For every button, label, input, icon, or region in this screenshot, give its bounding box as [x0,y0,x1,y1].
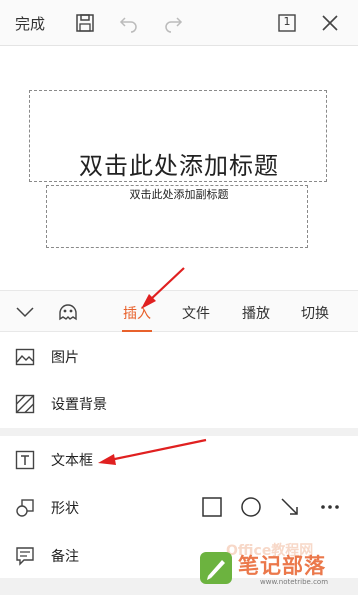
more-icon[interactable] [317,494,343,520]
watermark: Office教程网 笔记部落 www.notetribe.com [194,540,356,594]
active-tab-indicator [122,330,152,332]
background-icon [14,393,36,415]
watermark-url: www.notetribe.com [260,578,329,586]
menu-item-label: 设置背景 [51,397,107,413]
close-icon[interactable] [318,11,342,35]
pen-logo-icon [198,550,234,586]
done-button[interactable]: 完成 [15,13,45,34]
tab-insert[interactable]: 插入 [123,303,151,323]
arrow-line-icon[interactable] [277,494,303,520]
collapse-chevron-icon[interactable] [14,303,36,321]
ribbon-tab-bar: 插入 文件 播放 切换 [0,290,358,332]
title-placeholder-text: 双击此处添加标题 [79,152,279,180]
subtitle-placeholder-text: 双击此处添加副标题 [129,188,229,201]
emoji-face-icon[interactable] [56,300,80,324]
slide-canvas: 双击此处添加标题 双击此处添加副标题 [0,46,358,290]
tab-file[interactable]: 文件 [182,303,210,323]
image-icon [14,346,36,368]
menu-item-image[interactable]: 图片 [0,333,358,379]
redo-icon[interactable] [161,11,185,35]
section-divider [0,428,358,436]
menu-item-label: 备注 [51,549,79,565]
save-icon[interactable] [73,11,97,35]
watermark-title: 笔记部落 [238,554,326,578]
shapes-icon [14,497,36,519]
notes-icon [14,545,36,567]
menu-item-set-background[interactable]: 设置背景 [0,380,358,426]
textbox-icon [14,449,36,471]
undo-icon[interactable] [117,11,141,35]
menu-item-label: 文本框 [51,453,93,469]
page-count-value: 1 [283,15,291,28]
page-count-icon[interactable]: 1 [275,11,299,35]
menu-item-shapes[interactable]: 形状 [0,484,358,530]
top-toolbar: 完成 1 [0,0,358,46]
menu-item-label: 形状 [51,501,79,517]
menu-item-textbox[interactable]: 文本框 [0,436,358,482]
tab-play[interactable]: 播放 [242,303,270,323]
menu-item-label: 图片 [51,350,79,366]
circle-icon[interactable] [238,494,264,520]
rectangle-icon[interactable] [199,494,225,520]
tab-transition[interactable]: 切换 [301,303,329,323]
